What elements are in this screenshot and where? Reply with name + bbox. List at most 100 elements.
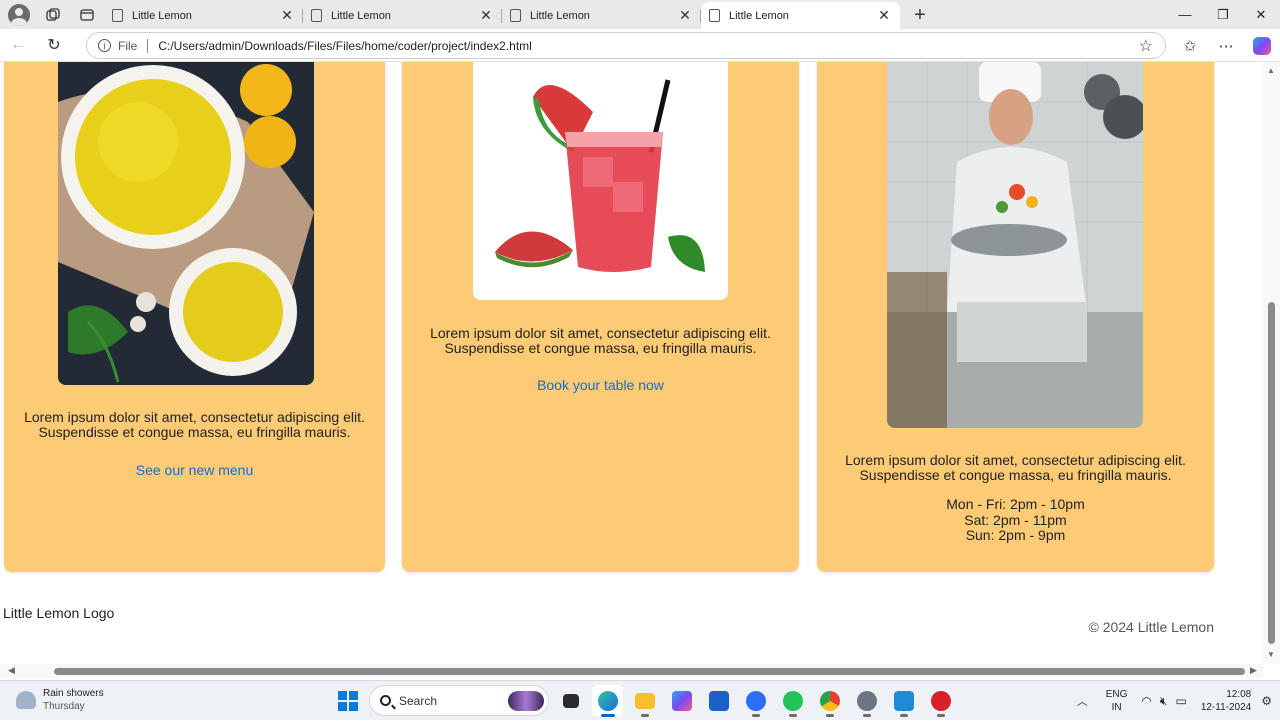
tab-title: Little Lemon — [132, 9, 192, 22]
clock-date: 12-11-2024 — [1200, 702, 1252, 713]
edge-app[interactable] — [592, 685, 623, 717]
scroll-right-arrow-icon[interactable]: ▶ — [1250, 665, 1257, 676]
favorites-button[interactable]: ✩ — [1172, 29, 1208, 62]
volume-mute-icon: 🔇︎ — [1159, 693, 1168, 708]
profile-button[interactable] — [6, 2, 32, 28]
browser-tab-bar: Little Lemon ✕ Little Lemon ✕ Little Lemon… — [0, 0, 1280, 29]
tab[interactable]: Little Lemon ✕ — [303, 2, 502, 29]
vscode-app[interactable] — [888, 685, 919, 717]
page-footer: Little Lemon Logo © 2024 Little Lemon — [0, 588, 1232, 664]
app-a-icon — [745, 690, 766, 711]
close-tab-icon[interactable]: ✕ — [876, 7, 892, 24]
copilot-icon — [1253, 36, 1271, 55]
chef-image — [887, 62, 1143, 428]
edge-icon — [597, 690, 618, 711]
folder-icon — [634, 692, 655, 709]
windows-logo-icon — [337, 690, 358, 711]
task-view-icon — [562, 693, 579, 708]
drink-image — [473, 62, 728, 300]
copilot-button[interactable] — [1244, 29, 1280, 62]
windows-taskbar: Rain showers Thursday Search ︿ ENG IN ◠ … — [0, 680, 1280, 720]
address-bar[interactable]: i File C:/Users/admin/Downloads/Files/Fi… — [86, 32, 1166, 59]
site-info-icon[interactable]: i — [98, 39, 111, 52]
vscode-icon — [893, 690, 914, 711]
restore-button[interactable]: ❐ — [1204, 0, 1242, 29]
search-placeholder: Search — [399, 693, 438, 708]
reservation-card: Lorem ipsum dolor sit amet, consectetur … — [402, 62, 799, 572]
see-menu-link[interactable]: See our new menu — [136, 462, 254, 478]
back-button[interactable]: ← — [0, 29, 36, 62]
taskbar-search[interactable]: Search — [369, 685, 549, 716]
vertical-scroll-thumb[interactable] — [1268, 302, 1275, 644]
page-icon — [311, 9, 322, 22]
quick-settings[interactable]: ◠ 🔇︎ ▭ — [1141, 694, 1186, 709]
pinterest-app[interactable] — [925, 685, 956, 717]
scheme-label: File — [118, 38, 138, 53]
start-button[interactable] — [332, 685, 363, 716]
scroll-up-arrow-icon[interactable]: ▲ — [1267, 66, 1275, 75]
refresh-button[interactable]: ↻ — [36, 29, 72, 62]
chrome-app[interactable] — [814, 685, 845, 717]
app-launcher[interactable] — [740, 685, 771, 717]
language-indicator[interactable]: ENG IN — [1106, 688, 1128, 714]
profile-icon — [8, 3, 30, 26]
card-description: Lorem ipsum dolor sit amet, consectetur … — [430, 325, 771, 356]
more-menu-button[interactable]: ⋯ — [1208, 29, 1244, 62]
copilot-app[interactable] — [666, 685, 697, 716]
tab-bar-left — [0, 0, 100, 29]
close-window-button[interactable]: ✕ — [1242, 0, 1280, 29]
store-app[interactable] — [703, 685, 734, 716]
scroll-down-arrow-icon[interactable]: ▼ — [1267, 650, 1275, 659]
workspaces-button[interactable] — [40, 2, 66, 28]
close-tab-icon[interactable]: ✕ — [478, 7, 494, 24]
tab-strip: Little Lemon ✕ Little Lemon ✕ Little Lemon… — [104, 0, 934, 29]
favorite-star-icon[interactable]: ☆ — [1139, 36, 1153, 56]
task-view-button[interactable] — [555, 685, 586, 716]
close-tab-icon[interactable]: ✕ — [279, 7, 295, 24]
page-icon — [510, 9, 521, 22]
language-code: ENG — [1105, 689, 1128, 700]
notification-icon[interactable]: ⚙ — [1261, 694, 1272, 708]
tab-title: Little Lemon — [530, 9, 590, 22]
gear-icon — [856, 690, 877, 711]
workspaces-icon — [46, 7, 60, 21]
minimize-button[interactable]: — — [1166, 0, 1204, 29]
book-table-link[interactable]: Book your table now — [537, 377, 664, 393]
hours-sunday: Sun: 2pm - 9pm — [965, 527, 1066, 543]
hours-saturday: Sat: 2pm - 11pm — [964, 512, 1067, 528]
tab[interactable]: Little Lemon ✕ — [104, 2, 303, 29]
file-explorer-app[interactable] — [629, 685, 660, 717]
horizontal-scroll-thumb[interactable] — [54, 668, 1245, 675]
chrome-icon — [819, 690, 840, 711]
new-tab-button[interactable]: + — [906, 2, 934, 29]
close-tab-icon[interactable]: ✕ — [677, 7, 693, 24]
clock[interactable]: 12:08 12-11-2024 — [1201, 688, 1251, 714]
card-description: Lorem ipsum dolor sit amet, consectetur … — [845, 452, 1186, 483]
weather-widget[interactable]: Rain showers Thursday — [16, 687, 104, 713]
horizontal-scrollbar[interactable]: ◀ ▶ — [0, 664, 1263, 678]
battery-icon: ▭ — [1175, 693, 1187, 708]
region-code: IN — [1111, 702, 1122, 713]
wifi-icon: ◠ — [1141, 693, 1152, 708]
tab-active[interactable]: Little Lemon ✕ — [701, 2, 900, 29]
hours-card: Lorem ipsum dolor sit amet, consectetur … — [817, 62, 1214, 572]
browser-toolbar: ← ↻ i File C:/Users/admin/Downloads/File… — [0, 29, 1280, 62]
vertical-scrollbar[interactable]: ▲ ▼ — [1263, 62, 1280, 664]
page-icon — [709, 9, 720, 22]
settings-app[interactable] — [851, 685, 882, 717]
tray-chevron-icon[interactable]: ︿ — [1077, 693, 1088, 709]
page-icon — [112, 9, 123, 22]
divider — [147, 38, 149, 53]
scroll-left-arrow-icon[interactable]: ◀ — [8, 665, 15, 676]
toolbar-right: ✩ ⋯ — [1172, 29, 1280, 62]
search-icon — [380, 695, 391, 706]
pinterest-icon — [930, 690, 951, 711]
window-controls: — ❐ ✕ — [1166, 0, 1280, 29]
copyright-text: © 2024 Little Lemon — [1088, 619, 1214, 635]
tab[interactable]: Little Lemon ✕ — [502, 2, 701, 29]
tab-actions-button[interactable] — [74, 2, 100, 28]
url-text[interactable]: C:/Users/admin/Downloads/Files/Files/hom… — [158, 39, 531, 53]
search-highlight-icon — [508, 691, 544, 711]
vertical-tabs-icon — [80, 8, 94, 21]
whatsapp-app[interactable] — [777, 685, 808, 717]
